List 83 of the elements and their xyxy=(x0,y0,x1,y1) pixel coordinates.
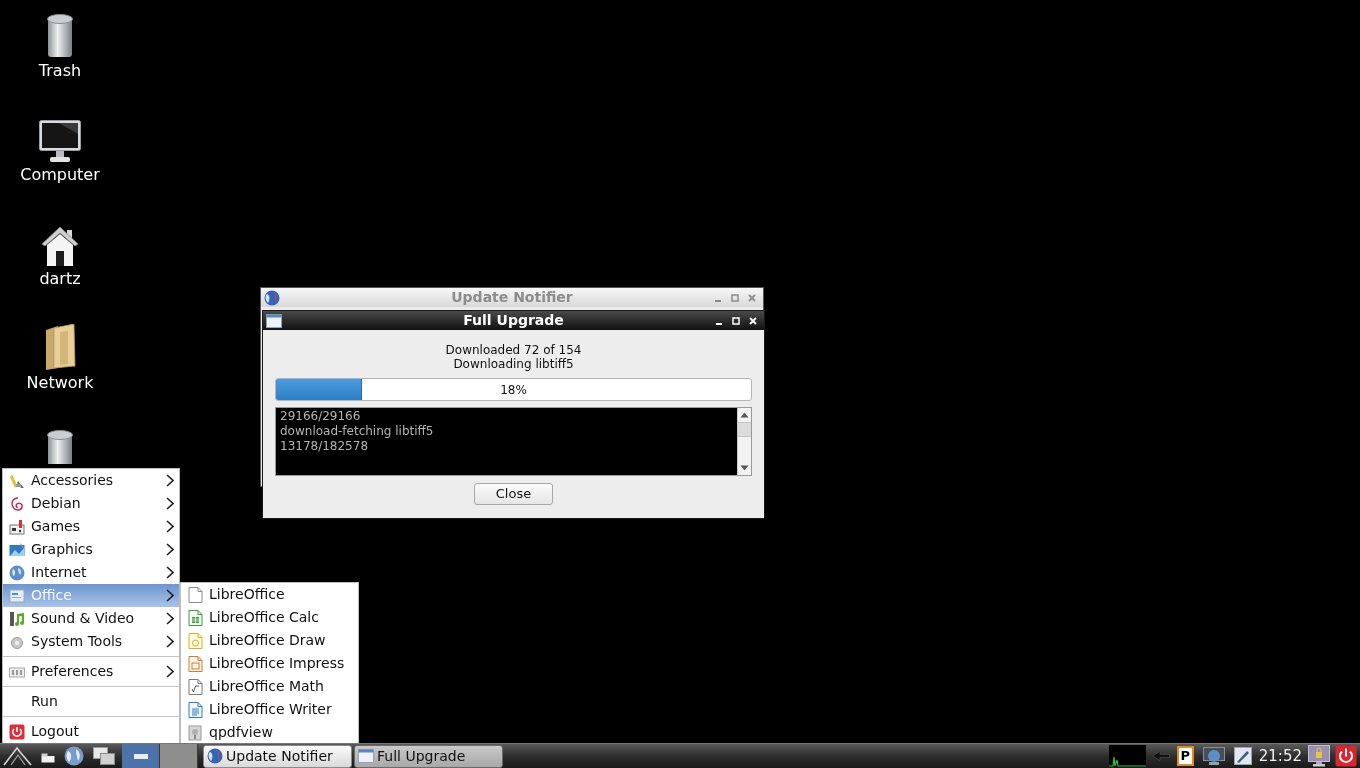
desktop-icon-label[interactable]: Network xyxy=(26,373,94,392)
desktop-icon-label[interactable]: dartz xyxy=(39,269,81,288)
game-icon xyxy=(9,518,25,535)
monitor-icon xyxy=(39,120,81,162)
house-icon xyxy=(41,226,79,266)
menu-item[interactable]: Internet xyxy=(3,561,179,584)
pen-icon[interactable] xyxy=(1233,747,1252,765)
menu-item[interactable]: Graphics xyxy=(3,538,179,561)
progress-label: 18% xyxy=(500,382,527,397)
chevron-right-icon xyxy=(166,566,174,579)
menu-item[interactable]: LibreOffice Draw xyxy=(181,629,358,652)
power-icon[interactable] xyxy=(1335,745,1357,767)
picture-icon xyxy=(9,541,25,558)
log-line: 29166/29166 xyxy=(280,409,361,424)
menu-item[interactable]: Debian xyxy=(3,492,179,515)
scroll-up-arrow-icon[interactable] xyxy=(740,412,749,418)
drawing-document-icon xyxy=(187,632,203,649)
menu-item[interactable]: Run xyxy=(3,690,179,713)
chevron-right-icon xyxy=(166,543,174,556)
folder-icon xyxy=(44,324,76,370)
presentation-icon xyxy=(187,655,203,672)
scroll-down-arrow-icon[interactable] xyxy=(740,465,749,471)
task-button[interactable]: Update Notifier xyxy=(203,744,352,768)
globe-icon xyxy=(9,564,25,581)
tray-badge[interactable]: P xyxy=(1176,746,1194,766)
desktop-icon-label[interactable]: Trash xyxy=(38,61,82,80)
menu-item[interactable]: Accessories xyxy=(3,469,179,492)
chevron-right-icon xyxy=(166,589,174,602)
menu-item[interactable]: LibreOffice xyxy=(181,583,358,606)
scrollbar-thumb[interactable] xyxy=(738,422,751,437)
workspace-cell[interactable] xyxy=(160,744,198,768)
formula-document-icon xyxy=(187,678,203,695)
globe-icon xyxy=(207,748,223,764)
chevron-right-icon xyxy=(166,612,174,625)
tools-icon xyxy=(9,472,25,489)
task-button[interactable]: Full Upgrade xyxy=(354,744,503,768)
windows-stack-icon[interactable] xyxy=(93,747,115,765)
menu-item[interactable]: LibreOffice Math xyxy=(181,675,358,698)
document-icon xyxy=(9,587,25,604)
trash-can-icon xyxy=(47,14,73,58)
status-text: Downloading libtiff5 xyxy=(453,357,574,371)
menu-item[interactable]: qpdfview xyxy=(181,721,358,744)
network-icon[interactable] xyxy=(1202,747,1225,765)
menu-item[interactable]: LibreOffice Writer xyxy=(181,698,358,721)
cylinder-icon xyxy=(47,430,73,464)
blank-document-icon xyxy=(187,586,203,603)
window-thumbnail-icon xyxy=(133,753,148,759)
cpu-usage-graph xyxy=(1108,745,1146,767)
window-icon xyxy=(266,313,282,328)
chevron-right-icon xyxy=(166,665,174,678)
workspace-cell[interactable] xyxy=(122,744,160,768)
menu-item[interactable]: System Tools xyxy=(3,630,179,653)
spreadsheet-icon xyxy=(187,609,203,626)
pdf-viewer-icon xyxy=(187,724,203,741)
chevron-right-icon xyxy=(166,520,174,533)
menu-item[interactable]: Sound & Video xyxy=(3,607,179,630)
drive-icon[interactable] xyxy=(41,753,55,763)
window-title: Update Notifier xyxy=(451,288,573,307)
music-note-icon xyxy=(9,610,25,627)
chevron-right-icon xyxy=(166,635,174,648)
status-text: Downloaded 72 of 154 xyxy=(445,343,582,357)
text-document-icon xyxy=(187,701,203,718)
menu-item[interactable]: Logout xyxy=(3,720,179,743)
globe-icon[interactable] xyxy=(64,746,84,766)
log-line: download-fetching libtiff5 xyxy=(280,424,434,439)
menu-item[interactable]: Games xyxy=(3,515,179,538)
scrollbar[interactable] xyxy=(737,408,751,475)
app-menu-icon[interactable] xyxy=(3,746,33,766)
power-icon xyxy=(9,723,25,740)
clock-text[interactable]: 21:52 xyxy=(1258,747,1302,765)
chevron-right-icon xyxy=(166,497,174,510)
close-button[interactable]: Close xyxy=(474,483,553,505)
swirl-icon xyxy=(9,495,25,512)
window-icon xyxy=(358,749,374,763)
globe-icon xyxy=(264,289,280,306)
menu-item[interactable]: Preferences xyxy=(3,660,179,683)
desktop-icon-label[interactable]: Computer xyxy=(20,165,100,184)
lock-screen-icon[interactable] xyxy=(1308,745,1330,767)
menu-item[interactable]: LibreOffice Impress xyxy=(181,652,358,675)
chevron-right-icon xyxy=(166,474,174,487)
window-title: Full Upgrade xyxy=(463,311,564,330)
menu-item[interactable]: LibreOffice Calc xyxy=(181,606,358,629)
log-line: 13178/182578 xyxy=(280,439,369,454)
